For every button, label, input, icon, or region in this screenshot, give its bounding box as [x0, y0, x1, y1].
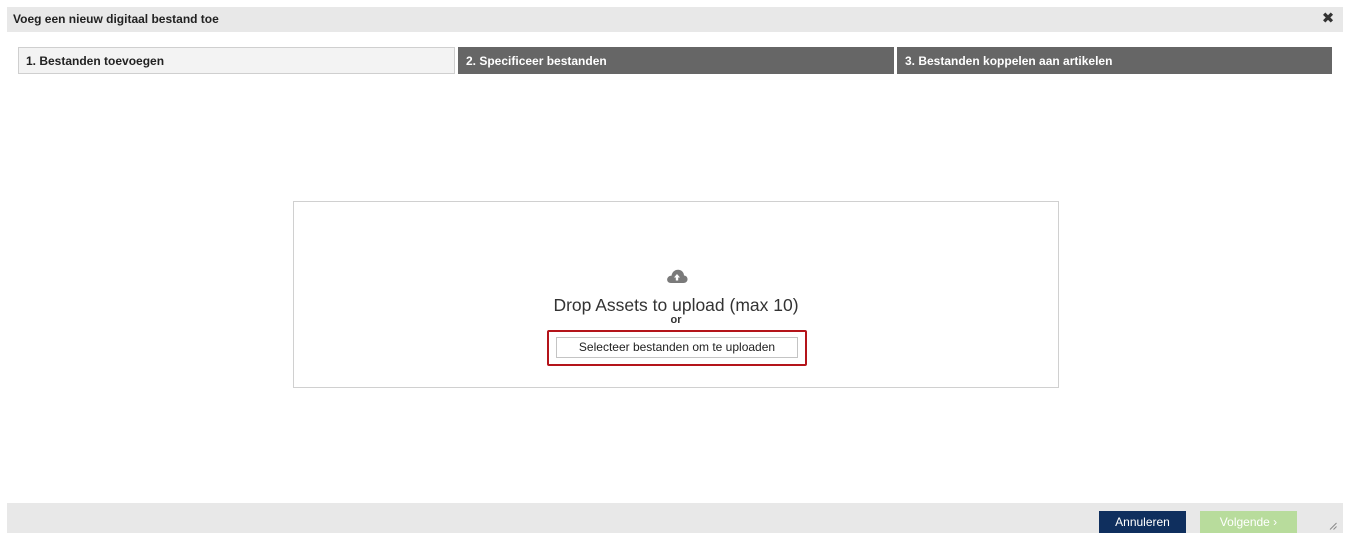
dialog-title: Voeg een nieuw digitaal bestand toe — [13, 12, 219, 26]
step-1-add-files: 1. Bestanden toevoegen — [18, 47, 455, 74]
dialog-footer: Annuleren Volgende › — [7, 503, 1343, 533]
cancel-button[interactable]: Annuleren — [1099, 511, 1186, 533]
select-files-button[interactable]: Selecteer bestanden om te uploaden — [556, 337, 798, 358]
cloud-upload-icon — [667, 269, 688, 283]
select-button-highlight: Selecteer bestanden om te uploaden — [547, 330, 807, 366]
step-2-specify-files: 2. Specificeer bestanden — [458, 47, 894, 74]
dropzone-instruction: Drop Assets to upload (max 10) — [553, 295, 799, 315]
upload-dropzone[interactable]: Drop Assets to upload (max 10) or Select… — [293, 201, 1059, 388]
dropzone-or-label: or — [670, 314, 682, 326]
next-button[interactable]: Volgende › — [1200, 511, 1297, 533]
wizard-steps: 1. Bestanden toevoegen 2. Specificeer be… — [18, 47, 1332, 74]
close-icon[interactable]: ✖ — [1321, 11, 1335, 26]
dialog-titlebar: Voeg een nieuw digitaal bestand toe ✖ — [7, 7, 1343, 32]
resize-grip-icon[interactable] — [1329, 522, 1337, 530]
step-3-link-to-articles: 3. Bestanden koppelen aan artikelen — [897, 47, 1332, 74]
